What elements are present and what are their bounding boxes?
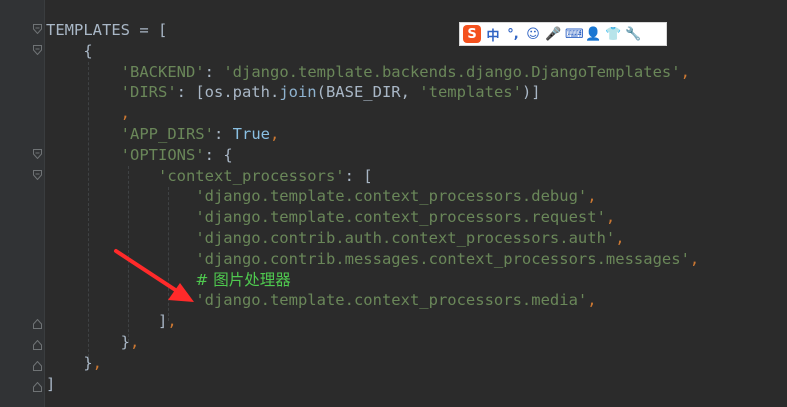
code-line[interactable]: ] [46, 374, 699, 395]
fold-end-icon[interactable] [33, 340, 42, 350]
code-token: 'django.template.backends.django.DjangoT… [223, 62, 681, 81]
code-token: (BASE_DIR, [316, 83, 420, 102]
code-token: )] [521, 83, 541, 102]
code-token: , [615, 228, 625, 247]
code-line[interactable]: }, [46, 332, 699, 353]
code-token: } [83, 353, 93, 372]
code-token: True [232, 124, 270, 143]
code-token: , [167, 312, 177, 331]
keyboard-icon[interactable]: ⌨ [565, 27, 584, 42]
code-token: ] [157, 312, 168, 331]
code-line[interactable]: ], [46, 311, 699, 332]
code-line[interactable]: , [46, 103, 699, 124]
gutter-divider [44, 0, 45, 407]
code-token: join [279, 83, 317, 102]
annotation-arrow-icon [114, 249, 194, 302]
code-token: 'DIRS' [120, 83, 177, 102]
code-token: 'context_processors' [157, 166, 345, 185]
code-token: , [130, 332, 140, 351]
microphone-icon[interactable]: 🎤 [545, 27, 561, 42]
code-line[interactable]: 'context_processors': [ [46, 166, 699, 187]
code-token: , [680, 62, 690, 81]
code-token: : { [204, 145, 233, 164]
code-token: 'django.template.context_processors.requ… [195, 208, 606, 227]
punctuation-toggle[interactable]: °, [505, 27, 521, 42]
code-token: , [587, 187, 597, 206]
code-token: 'django.template.context_processors.debu… [195, 187, 588, 206]
code-line[interactable]: 'BACKEND': 'django.template.backends.dja… [46, 62, 699, 83]
code-token: [ [158, 21, 168, 39]
chinese-mode-toggle[interactable]: 中 [485, 25, 501, 44]
code-editor[interactable]: TEMPLATES = [ { 'BACKEND': 'django.templ… [46, 20, 699, 394]
ime-toolbar: S 中 °, ☺ 🎤 ⌨ 👤 👕 🔧 [459, 22, 667, 46]
code-token: 'templates' [419, 83, 522, 102]
code-token: : [213, 124, 233, 143]
code-token: , [605, 208, 616, 227]
code-token: 'APP_DIRS' [120, 124, 214, 143]
code-token: : [204, 62, 224, 81]
sogou-logo-icon[interactable]: S [463, 25, 481, 43]
code-token: , [92, 353, 103, 372]
code-line[interactable]: 'DIRS': [os.path.join(BASE_DIR, 'templat… [46, 82, 699, 103]
fold-end-icon[interactable] [33, 361, 42, 371]
fold-marker-icon[interactable] [33, 24, 42, 34]
code-line[interactable]: 'APP_DIRS': True, [46, 124, 699, 145]
code-token: } [120, 332, 130, 351]
code-token: 'django.template.context_processors.medi… [195, 291, 588, 310]
code-token: , [269, 124, 280, 143]
fold-end-icon[interactable] [33, 382, 42, 392]
code-line[interactable]: }, [46, 353, 699, 374]
fold-end-icon[interactable] [33, 319, 42, 329]
code-token: { [83, 41, 93, 60]
code-token: 'OPTIONS' [120, 145, 205, 164]
fold-marker-icon[interactable] [33, 170, 42, 180]
code-line[interactable]: 'django.template.context_processors.debu… [46, 186, 699, 207]
fold-marker-icon[interactable] [33, 149, 42, 159]
fold-marker-icon[interactable] [33, 45, 42, 55]
skin-icon[interactable]: 👕 [605, 27, 621, 42]
code-token: , [689, 249, 700, 268]
code-token: , [120, 104, 130, 123]
code-token: ] [46, 374, 56, 393]
code-token: : [ [344, 166, 373, 185]
code-token: TEMPLATES [46, 21, 140, 39]
user-icon[interactable]: 👤 [585, 27, 601, 42]
code-token: = [139, 21, 158, 39]
code-token: 'django.contrib.messages.context_process… [195, 249, 690, 268]
code-token: , [587, 291, 597, 310]
code-token: : [os.path. [176, 83, 280, 102]
code-line[interactable]: 'django.template.context_processors.requ… [46, 207, 699, 228]
emoji-icon[interactable]: ☺ [525, 27, 541, 42]
code-token: 'BACKEND' [120, 62, 205, 81]
code-token: 'django.contrib.auth.context_processors.… [195, 228, 616, 247]
settings-wrench-icon[interactable]: 🔧 [625, 27, 641, 42]
code-comment: # 图片处理器 [195, 270, 291, 289]
code-line[interactable]: 'OPTIONS': { [46, 145, 699, 166]
